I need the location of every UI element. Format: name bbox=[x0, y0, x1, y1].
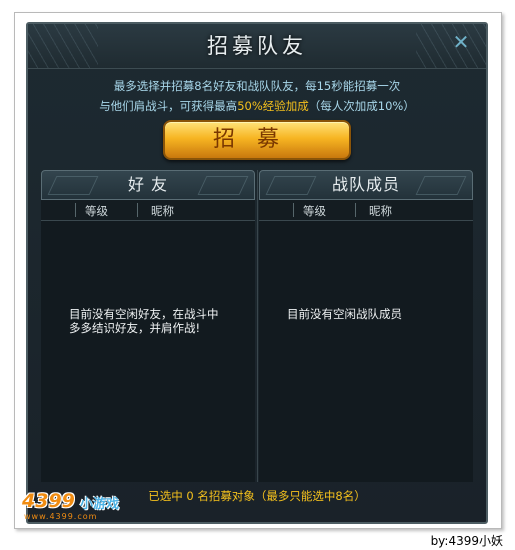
recruit-button[interactable]: 招募 bbox=[163, 120, 351, 160]
team-list[interactable]: 目前没有空闲战队成员 bbox=[259, 221, 473, 482]
team-column-headers: 等级 昵称 bbox=[259, 200, 473, 221]
friends-header-label: 好 友 bbox=[127, 175, 169, 194]
dialog-title: 招募队友 bbox=[207, 34, 307, 58]
team-header[interactable]: 战队成员 bbox=[259, 170, 473, 200]
author-credit: by:4399小妖 bbox=[430, 534, 503, 548]
column-separator bbox=[137, 203, 138, 217]
team-empty-message: 目前没有空闲战队成员 bbox=[287, 307, 402, 321]
logo-number: 4399 bbox=[22, 490, 75, 512]
friends-panel: 好 友 等级 昵称 目前没有空闲好友，在战斗中多多结识好友，并肩作战! bbox=[41, 170, 255, 482]
site-logo: 4399 小游戏 www.4399.com bbox=[22, 490, 132, 521]
logo-game-text: 小游戏 bbox=[80, 497, 120, 512]
recruit-dialog: 招募队友 ✕ 最多选择并招募8名好友和战队队友，每15秒能招募一次 与他们肩战斗… bbox=[26, 22, 488, 524]
logo-url: www.4399.com bbox=[24, 512, 98, 521]
info-line-2-prefix: 与他们肩战斗，可获得最高 bbox=[99, 99, 238, 113]
close-icon[interactable]: ✕ bbox=[452, 32, 470, 52]
friends-empty-message: 目前没有空闲好友，在战斗中多多结识好友，并肩作战! bbox=[69, 307, 219, 335]
friends-header[interactable]: 好 友 bbox=[41, 170, 255, 200]
friends-column-headers: 等级 昵称 bbox=[41, 200, 255, 221]
friends-list[interactable]: 目前没有空闲好友，在战斗中多多结识好友，并肩作战! bbox=[41, 221, 255, 482]
panel-divider bbox=[257, 170, 258, 482]
recruit-info: 最多选择并招募8名好友和战队队友，每15秒能招募一次 与他们肩战斗，可获得最高5… bbox=[28, 76, 486, 116]
header-hex-decoration bbox=[197, 176, 249, 195]
exp-bonus-highlight: 50%经验加成 bbox=[237, 99, 309, 113]
header-hex-decoration bbox=[415, 176, 467, 195]
title-bar: 招募队友 ✕ bbox=[28, 24, 486, 69]
team-header-label: 战队成员 bbox=[331, 175, 400, 194]
info-line-2: 与他们肩战斗，可获得最高50%经验加成（每人次加成10%） bbox=[28, 96, 486, 116]
friends-nickname-header[interactable]: 昵称 bbox=[151, 203, 174, 219]
column-separator bbox=[355, 203, 356, 217]
team-level-header[interactable]: 等级 bbox=[303, 203, 326, 219]
info-line-1: 最多选择并招募8名好友和战队队友，每15秒能招募一次 bbox=[113, 79, 401, 93]
header-hex-decoration bbox=[265, 176, 317, 195]
column-separator bbox=[75, 203, 76, 217]
team-panel: 战队成员 等级 昵称 目前没有空闲战队成员 bbox=[259, 170, 473, 482]
header-hex-decoration bbox=[47, 176, 99, 195]
column-separator bbox=[293, 203, 294, 217]
team-nickname-header[interactable]: 昵称 bbox=[369, 203, 392, 219]
info-line-2-suffix: （每人次加成10%） bbox=[308, 99, 415, 113]
friends-level-header[interactable]: 等级 bbox=[85, 203, 108, 219]
